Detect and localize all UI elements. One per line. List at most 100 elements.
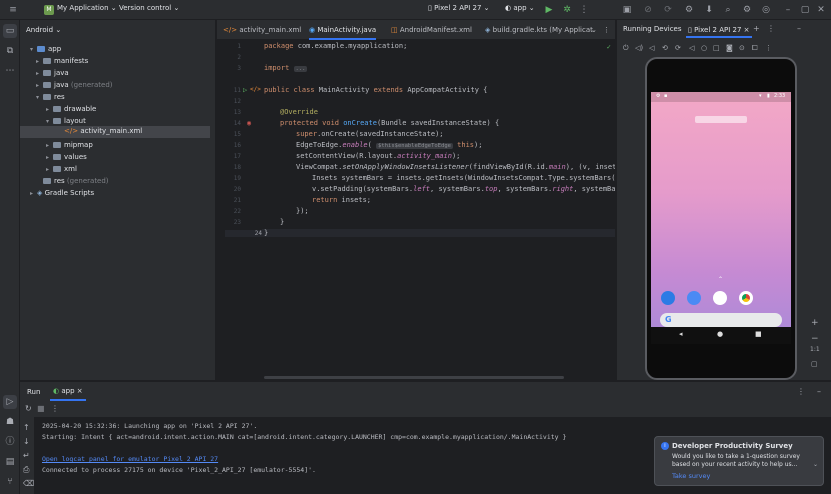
folded-imports[interactable]: ... [293,66,308,72]
tree-item-drawable[interactable]: ▸ drawable [46,104,96,115]
panel-options-icon[interactable]: ⋮ [797,387,805,396]
volume-down-icon[interactable]: ◁ [649,44,654,52]
apply-changes-icon[interactable]: ⟳ [662,4,674,16]
take-survey-link[interactable]: Take survey [672,472,710,480]
emulator-screen[interactable]: ⚙ ▪ ▾ ▮ 2:33 ⌃ G [651,92,791,344]
override-gutter-icon[interactable]: ◉ [247,119,251,127]
main-menu-icon[interactable]: ≡ [7,4,19,16]
chrome-app-icon[interactable] [739,291,753,305]
more-tools-icon[interactable]: ⋯ [3,64,17,78]
phone-app-icon[interactable] [661,291,675,305]
power-icon[interactable]: ⏻ [623,44,629,53]
maximize-icon[interactable]: ▢ [799,4,811,16]
run-config-selector[interactable]: ◐ app ⌄ [505,4,535,12]
tab-activity-main[interactable]: </> activity_main.xml [223,20,301,40]
rotate-left-icon[interactable]: ⟲ [662,44,668,52]
play-store-app-icon[interactable] [713,291,727,305]
zoom-out-icon[interactable]: − [811,334,819,344]
close-icon[interactable]: ✕ [815,4,827,16]
soft-wrap-icon[interactable]: ↵ [23,451,30,460]
scroll-down-icon[interactable]: ↓ [23,437,30,446]
tabs-overflow-icon[interactable]: ⌄ [591,20,597,40]
folding-icon[interactable]: ⧠ [752,44,758,53]
run-gutter-icon[interactable]: ▷ [243,86,247,94]
panel-options-icon[interactable]: ⋮ [767,24,775,33]
nav-home-icon[interactable]: ● [717,330,723,338]
minimize-panel-icon[interactable]: – [817,387,821,396]
logcat-icon[interactable]: ☗ [3,415,17,429]
home-icon[interactable]: ○ [701,44,707,52]
terminal-icon[interactable]: ▤ [3,455,17,469]
tree-item-values[interactable]: ▸ values [46,152,87,163]
app-drawer-handle-icon[interactable]: ⌃ [718,276,723,283]
search-icon[interactable]: ⌕ [722,4,734,16]
messages-app-icon[interactable] [687,291,701,305]
scroll-up-icon[interactable]: ↑ [23,423,30,432]
line-number: 1 [237,43,241,50]
volume-up-icon[interactable]: ◁) [635,44,643,52]
tab-android-manifest[interactable]: ◫ AndroidManifest.xml [391,20,472,40]
tree-item-java[interactable]: ▸ java [36,68,69,79]
open-logcat-link[interactable]: Open logcat panel for emulator Pixel 2 A… [42,455,218,463]
git-icon[interactable]: ⑂ [3,475,17,489]
run-icon[interactable]: ▶ [543,4,555,16]
settings-icon[interactable]: ⚙ [741,4,753,16]
add-device-icon[interactable]: + [753,24,760,33]
tree-item-manifests[interactable]: ▸ manifests [36,56,88,67]
run-panel-icon[interactable]: ▷ [3,395,17,409]
sdk-manager-icon[interactable]: ⬇ [703,4,715,16]
tab-main-activity[interactable]: ◉ MainActivity.java [309,20,377,40]
stop-icon[interactable]: ⊘ [642,4,654,16]
tree-item-res-generated[interactable]: res (generated) [43,176,109,187]
record-icon[interactable]: ⊙ [739,44,745,52]
zoom-in-icon[interactable]: + [811,318,819,328]
device-manager-icon[interactable]: ▣ [621,4,633,16]
overview-icon[interactable]: □ [713,44,720,52]
clear-console-icon[interactable]: ⌫ [23,479,34,488]
debug-icon[interactable]: ✲ [561,4,573,16]
project-folder-icon[interactable]: ▭ [3,24,17,38]
tree-item-gradle-scripts[interactable]: ▸ ◈ Gradle Scripts [30,188,94,199]
screenshot-icon[interactable]: ◙ [726,44,733,52]
more-actions-icon[interactable]: ⋮ [51,404,59,413]
back-icon[interactable]: ◁ [689,44,694,52]
resource-manager-icon[interactable]: ⧉ [3,44,17,58]
tree-item-xml[interactable]: ▸ xml [46,164,77,175]
minimize-icon[interactable]: – [782,4,794,16]
emulator-settings-icon[interactable]: ⋮ [765,44,772,52]
problems-icon[interactable]: ⓘ [3,435,17,449]
nav-recents-icon[interactable]: ■ [755,330,762,338]
tree-item-res[interactable]: ▾ res [36,92,65,103]
expand-notification-icon[interactable]: ⌄ [813,461,818,468]
rotate-right-icon[interactable]: ⟳ [675,44,681,52]
layout-gutter-icon[interactable]: </> [250,86,261,93]
close-icon[interactable]: × [77,387,83,395]
tree-item-mipmap[interactable]: ▸ mipmap [46,140,93,151]
tree-item-activity-main[interactable]: </> activity_main.xml [20,126,210,138]
close-icon[interactable]: × [744,26,750,34]
fit-screen-icon[interactable]: ▢ [811,360,818,368]
no-problems-icon[interactable]: ✓ [607,43,611,51]
minimize-panel-icon[interactable]: – [797,24,801,33]
print-icon[interactable]: ⎙ [23,465,29,475]
stop-icon[interactable]: ■ [37,404,45,413]
code-editor[interactable]: package com.example.myapplication; impor… [262,41,615,380]
tab-device[interactable]: ▯ Pixel 2 API 27 × [686,22,752,38]
horizontal-scrollbar[interactable] [264,376,564,379]
tree-item-java-generated[interactable]: ▸ java (generated) [36,80,113,91]
zoom-actual-size[interactable]: 1:1 [810,346,820,353]
nav-back-icon[interactable]: ◂ [679,330,683,338]
tabs-more-icon[interactable]: ⋮ [603,20,610,40]
sync-gradle-icon[interactable]: ⚙ [683,4,695,16]
vcs-selector[interactable]: Version control ⌄ [119,4,179,12]
tree-item-app[interactable]: ▾ app [30,44,61,55]
rerun-icon[interactable]: ↻ [25,404,32,413]
device-selector[interactable]: ▯ Pixel 2 API 27 ⌄ [428,4,490,12]
account-icon[interactable]: ◎ [760,4,772,16]
google-search-bar[interactable]: G [660,313,782,327]
tab-build-gradle[interactable]: ◈ build.gradle.kts (My Applicat [485,20,593,40]
more-actions-icon[interactable]: ⋮ [578,4,590,16]
project-selector[interactable]: My Application ⌄ [57,4,117,12]
project-view-selector[interactable]: Android ⌄ [26,25,61,36]
tab-run-app[interactable]: ◐ app × [50,382,86,401]
